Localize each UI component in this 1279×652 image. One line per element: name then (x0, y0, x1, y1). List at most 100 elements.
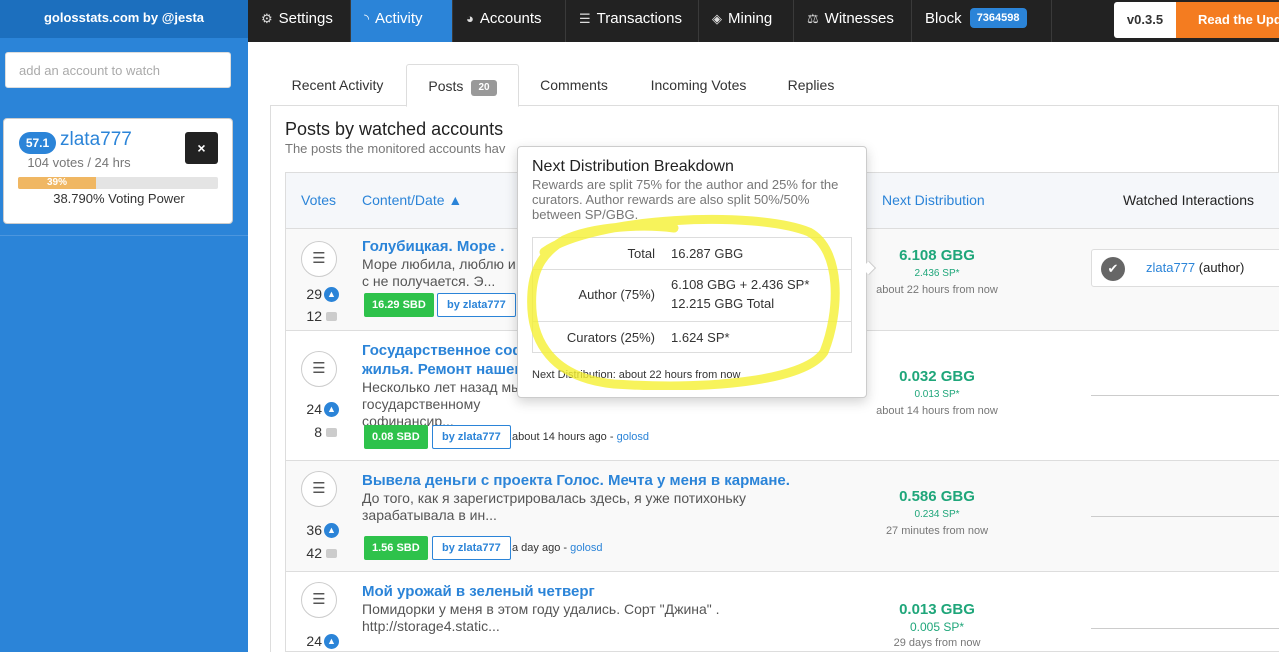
watch-account-input[interactable] (5, 52, 231, 88)
nav-activity[interactable]: ◝ Activity (351, 0, 453, 42)
comment-icon (326, 549, 337, 558)
watched-divider (1091, 395, 1279, 396)
next-distribution-gbg: 0.032 GBG (899, 368, 975, 385)
next-distribution-time: about 14 hours from now (876, 405, 998, 417)
post-meta: about 14 hours ago - golosd (512, 431, 649, 443)
block-number-badge: 7364598 (969, 8, 1027, 28)
next-distribution-gbg: 6.108 GBG (899, 247, 975, 264)
comment-count: 12 (306, 308, 322, 324)
nav-transactions[interactable]: ☰ Transactions (566, 0, 699, 42)
comment-icon (326, 428, 337, 437)
nav-settings[interactable]: ⚙ Settings (248, 0, 351, 42)
watched-user-link[interactable]: zlata777 (1146, 260, 1195, 275)
post-time: a day ago - (512, 542, 571, 554)
panel-title: Posts by watched accounts (285, 119, 504, 139)
account-name[interactable]: zlata777 (60, 129, 132, 151)
nav-witnesses[interactable]: ⚖ Witnesses (794, 0, 912, 42)
post-title[interactable]: Вывела деньги с проекта Голос. Мечта у м… (362, 471, 802, 490)
column-votes[interactable]: Votes (301, 173, 336, 227)
breakdown-row-total: Total 16.287 GBG (533, 238, 851, 270)
sbd-badge: 1.56 SBD (364, 536, 428, 560)
remove-account-button[interactable]: × (185, 132, 218, 164)
upvote-icon[interactable]: ▲ (324, 523, 339, 538)
nav-accounts[interactable]: ◕ Accounts (453, 0, 566, 42)
post-list-icon: ☰ (301, 582, 337, 618)
popover-title: Next Distribution Breakdown (532, 158, 734, 175)
watched-interaction-text: zlata777 (author) (1146, 260, 1244, 275)
rss-icon: ◝ (364, 11, 370, 26)
table-row: ☰ 24 ▲ Мой урожай в зеленый четверг Поми… (286, 572, 1279, 651)
pie-chart-icon: ◕ (466, 11, 474, 26)
tab-incoming-votes[interactable]: Incoming Votes (640, 64, 757, 106)
tab-recent-activity[interactable]: Recent Activity (278, 64, 397, 106)
column-watched-interactions: Watched Interactions (1123, 192, 1254, 208)
table-row: ☰ 36 ▲ 42 Вывела деньги с проекта Голос.… (286, 461, 1279, 572)
vote-count: 24 (306, 633, 322, 649)
breakdown-value-total: 12.215 GBG Total (671, 296, 775, 311)
post-title[interactable]: Мой урожай в зеленый четверг (362, 582, 802, 601)
post-excerpt: Помидорки у меня в этом году удались. Со… (362, 601, 720, 634)
voting-power-text: 38.790% Voting Power (53, 191, 185, 206)
activity-tabs: Recent Activity Posts 20 Comments Incomin… (270, 64, 1279, 107)
community-link[interactable]: golosd (570, 542, 602, 554)
post-excerpt: До того, как я зарегистрировалась здесь,… (362, 490, 746, 523)
breakdown-value: 16.287 GBG (671, 246, 744, 261)
post-meta: a day ago - golosd (512, 542, 603, 554)
author-button[interactable]: by zlata777 (432, 536, 511, 560)
author-button[interactable]: by zlata777 (437, 293, 516, 317)
community-link[interactable]: golosd (617, 431, 649, 443)
next-distribution-sp: 0.005 SP* (909, 620, 965, 634)
nav-transactions-label: Transactions (596, 10, 682, 27)
watched-divider (1091, 516, 1279, 517)
column-next-distribution[interactable]: Next Distribution (882, 173, 985, 227)
posts-count-badge: 20 (471, 80, 497, 96)
voting-power-percent: 39% (46, 177, 67, 188)
brand-title[interactable]: golosstats.com by @jesta (0, 0, 248, 38)
next-distribution-time: 29 days from now (893, 637, 981, 649)
tab-posts-label: Posts (428, 78, 464, 94)
breakdown-value: 1.624 SP* (671, 330, 730, 345)
cube-icon: ◈ (712, 11, 722, 26)
popover-footer: Next Distribution: about 22 hours from n… (532, 369, 741, 381)
version-label: v0.3.5 (1114, 2, 1176, 38)
breakdown-label: Total (627, 246, 655, 261)
upvote-icon[interactable]: ▲ (324, 634, 339, 649)
post-title[interactable]: Государственное соф жилья. Ремонт нашего (362, 341, 532, 379)
reputation-badge: 57.1 (19, 132, 56, 154)
nav-block[interactable]: Block 7364598 (912, 0, 1052, 42)
tab-comments[interactable]: Comments (528, 64, 620, 106)
nav-witnesses-label: Witnesses (824, 10, 894, 27)
column-content-date[interactable]: Content/Date ▲ (362, 173, 462, 227)
panel-subtitle: The posts the monitored accounts hav (285, 141, 506, 156)
nav-activity-label: Activity (375, 10, 423, 27)
tab-replies[interactable]: Replies (778, 64, 844, 106)
breakdown-label: Curators (25%) (566, 330, 655, 345)
vote-count: 24 (306, 401, 322, 417)
post-excerpt: Море любила, люблю и с не получается. Э.… (362, 256, 516, 289)
check-icon: ✔ (1101, 257, 1125, 281)
author-button[interactable]: by zlata777 (432, 425, 511, 449)
comment-count: 42 (306, 545, 322, 561)
post-time: about 14 hours ago - (512, 431, 617, 443)
watched-role: (author) (1195, 260, 1245, 275)
sbd-badge: 0.08 SBD (364, 425, 428, 449)
comment-icon (326, 312, 337, 321)
next-distribution-sp: 2.436 SP* (914, 268, 960, 279)
voting-power-bar: 39% (18, 177, 218, 189)
sidebar-divider (0, 235, 248, 236)
comment-count: 8 (314, 424, 322, 440)
post-excerpt: Несколько лет назад мы государственному … (362, 379, 522, 429)
read-update-button[interactable]: Read the Upd (1176, 2, 1279, 38)
nav-mining[interactable]: ◈ Mining (699, 0, 794, 42)
tab-posts[interactable]: Posts 20 (406, 64, 519, 107)
nav-mining-label: Mining (728, 10, 773, 27)
gears-icon: ⚙ (261, 11, 273, 26)
upvote-icon[interactable]: ▲ (324, 402, 339, 417)
vote-count: 36 (306, 522, 322, 538)
next-distribution-time: about 22 hours from now (876, 284, 998, 296)
upvote-icon[interactable]: ▲ (324, 287, 339, 302)
sidebar: golosstats.com by @jesta 57.1 zlata777 1… (0, 0, 248, 652)
post-list-icon: ☰ (301, 351, 337, 387)
sbd-badge: 16.29 SBD (364, 293, 434, 317)
nav-accounts-label: Accounts (479, 10, 542, 27)
